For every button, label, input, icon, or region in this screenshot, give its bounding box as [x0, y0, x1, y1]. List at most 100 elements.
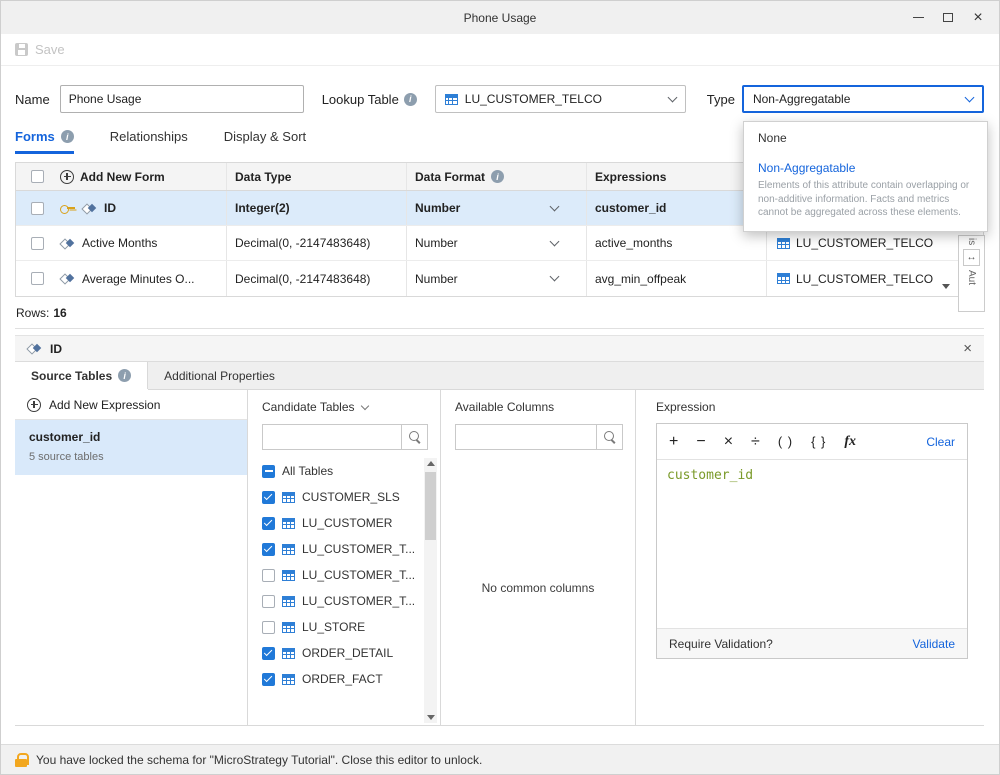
clear-link[interactable]: Clear [926, 435, 955, 449]
tab-forms[interactable]: Forms i [15, 129, 74, 154]
candidate-tables-search-input[interactable] [263, 425, 401, 449]
candidate-table-item[interactable]: CUSTOMER_SLS [248, 484, 422, 510]
candidate-checkbox[interactable] [262, 465, 275, 478]
validate-link[interactable]: Validate [913, 637, 955, 651]
candidate-table-label: LU_STORE [302, 620, 365, 634]
attribute-properties-row: Name Lookup Table i LU_CUSTOMER_TELCO Ty… [1, 66, 999, 127]
maximize-button[interactable] [933, 1, 963, 34]
table-icon [445, 94, 458, 105]
type-option-non-aggregatable[interactable]: Non-Aggregatable [744, 154, 987, 178]
add-new-expression-button[interactable]: Add New Expression [15, 390, 247, 420]
maximize-icon [943, 13, 953, 22]
data-format-dropdown[interactable]: Number [407, 191, 587, 225]
scrollbar-thumb[interactable] [425, 472, 436, 540]
tab-relationships[interactable]: Relationships [110, 129, 188, 154]
minimize-button[interactable] [903, 1, 933, 34]
table-scroll-down-icon[interactable] [942, 284, 950, 289]
candidate-checkbox[interactable] [262, 491, 275, 504]
expr-op-2[interactable]: × [724, 433, 733, 451]
attribute-form-icon [60, 272, 76, 285]
form-data-format: Number [415, 272, 458, 286]
lookup-table-value: LU_CUSTOMER_TELCO [465, 92, 662, 106]
tab-source-tables[interactable]: Source Tables i [15, 362, 148, 389]
table-icon [777, 238, 790, 249]
type-label: Type [707, 92, 735, 107]
candidate-table-item[interactable]: ORDER_FACT [248, 666, 422, 692]
expression-title-row: Expression [656, 400, 968, 414]
candidate-checkbox[interactable] [262, 595, 275, 608]
name-input[interactable] [60, 85, 304, 113]
candidate-checkbox[interactable] [262, 543, 275, 556]
scroll-up-icon[interactable] [427, 461, 435, 466]
expr-op-3[interactable]: ÷ [751, 433, 760, 451]
form-expression: customer_id [587, 191, 767, 225]
form-source-table: LU_CUSTOMER_TELCO [796, 236, 933, 250]
lookup-table-select[interactable]: LU_CUSTOMER_TELCO [435, 85, 686, 113]
tab-display-sort[interactable]: Display & Sort [224, 129, 306, 154]
expression-list-item[interactable]: customer_id 5 source tables [15, 420, 247, 475]
add-new-form-button[interactable]: Add New Form [54, 163, 227, 190]
form-table-row[interactable]: Average Minutes O... Decimal(0, -2147483… [16, 261, 983, 296]
attribute-form-icon [27, 342, 43, 355]
candidate-tables-title-row[interactable]: Candidate Tables [248, 400, 440, 414]
candidate-table-label: LU_CUSTOMER_T... [302, 594, 415, 608]
save-icon [15, 43, 28, 56]
table-icon [282, 622, 295, 633]
candidate-table-item[interactable]: LU_CUSTOMER [248, 510, 422, 536]
side-strip-label-bottom: Aut [966, 270, 977, 285]
expression-editor-panel: Expression +− × ÷ ( ) { } fx Clear customer_i… [636, 390, 984, 725]
scroll-down-icon[interactable] [427, 715, 435, 720]
candidate-table-item[interactable]: LU_CUSTOMER_T... [248, 562, 422, 588]
row-checkbox[interactable] [31, 272, 44, 285]
data-format-dropdown[interactable]: Number [407, 226, 587, 260]
available-columns-search-input[interactable] [456, 425, 596, 449]
candidate-table-label: ORDER_DETAIL [302, 646, 393, 660]
candidate-checkbox[interactable] [262, 673, 275, 686]
status-message: You have locked the schema for "MicroStr… [36, 753, 482, 767]
require-validation-label: Require Validation? [669, 637, 773, 651]
form-source-table: LU_CUSTOMER_TELCO [796, 272, 933, 286]
candidate-checkbox[interactable] [262, 569, 275, 582]
candidate-checkbox[interactable] [262, 621, 275, 634]
info-icon[interactable]: i [404, 93, 417, 106]
info-icon[interactable]: i [61, 130, 74, 143]
candidate-checkbox[interactable] [262, 647, 275, 660]
candidate-checkbox[interactable] [262, 517, 275, 530]
candidate-list-scrollbar[interactable] [424, 458, 437, 723]
expr-op-0[interactable]: + [669, 433, 678, 451]
expression-toolbar: +− × ÷ ( ) { } fx Clear [657, 424, 967, 460]
table-icon [282, 492, 295, 503]
search-icon [408, 430, 422, 444]
expression-code-area[interactable]: customer_id [657, 460, 967, 628]
search-button[interactable] [401, 425, 427, 449]
info-icon[interactable]: i [491, 170, 504, 183]
search-button[interactable] [596, 425, 622, 449]
expr-op-5[interactable]: { } [811, 434, 826, 449]
candidate-table-item[interactable]: All Tables [248, 458, 422, 484]
header-expressions: Expressions [587, 163, 767, 190]
save-button[interactable]: Save [15, 42, 65, 57]
close-button[interactable]: × [963, 1, 993, 34]
candidate-table-item[interactable]: ORDER_DETAIL [248, 640, 422, 666]
expr-op-6[interactable]: fx [844, 434, 856, 450]
expr-op-1[interactable]: − [696, 433, 705, 451]
detail-close-icon[interactable]: × [963, 341, 972, 356]
collapsed-side-panel[interactable]: is ↔ Aut [958, 235, 985, 312]
type-select[interactable]: Non-Aggregatable [742, 85, 984, 113]
tab-additional-properties[interactable]: Additional Properties [148, 362, 291, 389]
info-icon[interactable]: i [118, 369, 131, 382]
type-option-none[interactable]: None [744, 122, 987, 154]
row-checkbox[interactable] [31, 202, 44, 215]
expression-operators: +− × ÷ ( ) { } fx [669, 433, 856, 451]
data-format-dropdown[interactable]: Number [407, 261, 587, 296]
candidate-table-item[interactable]: LU_CUSTOMER_T... [248, 536, 422, 562]
candidate-table-list: All Tables CUSTOMER_SLS LU_CUSTOMER LU_C… [248, 458, 440, 725]
expression-footer: Require Validation? Validate [657, 628, 967, 658]
add-new-form-label: Add New Form [80, 170, 165, 184]
select-all-checkbox[interactable] [31, 170, 44, 183]
row-checkbox[interactable] [31, 237, 44, 250]
candidate-table-item[interactable]: LU_CUSTOMER_T... [248, 588, 422, 614]
expr-op-4[interactable]: ( ) [778, 434, 793, 449]
candidate-table-item[interactable]: LU_STORE [248, 614, 422, 640]
resize-columns-icon[interactable]: ↔ [963, 249, 980, 266]
